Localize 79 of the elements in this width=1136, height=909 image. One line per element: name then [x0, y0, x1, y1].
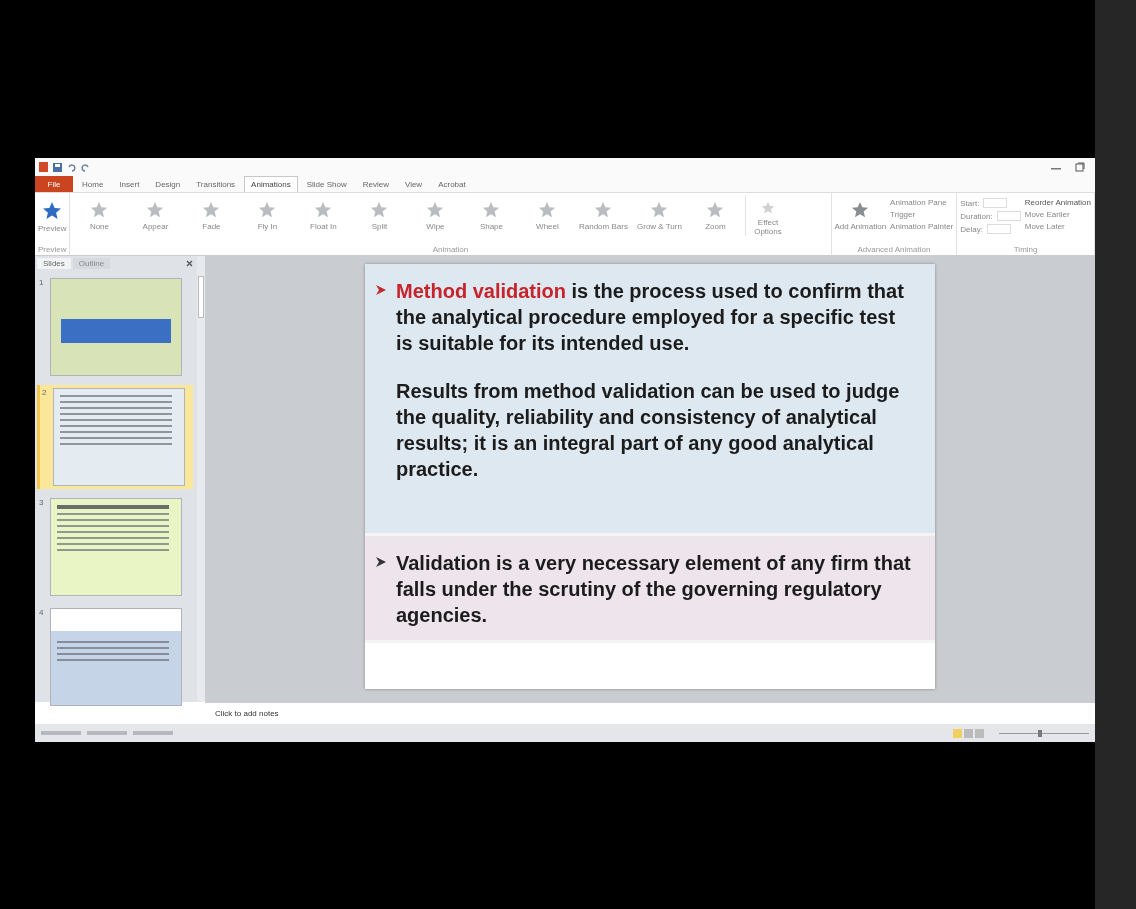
timing-field[interactable]	[986, 224, 1011, 234]
star-icon	[851, 201, 870, 219]
ribbon-command[interactable]: Move Later	[1024, 222, 1091, 231]
ribbon-tab[interactable]: Acrobat	[431, 176, 473, 192]
slide-thumbnail-row[interactable]: 2	[37, 385, 193, 489]
timing-label: Start:	[960, 198, 980, 208]
ribbon-command[interactable]: Trigger	[890, 210, 954, 219]
slide-thumbnail[interactable]	[53, 388, 185, 486]
bullet-text: Method validation is the process used to confirm that the analytical procedure employed for a specific test is suitable for its intended use.	[396, 279, 905, 356]
slide-thumbnail[interactable]	[50, 608, 182, 706]
star-icon	[90, 201, 109, 219]
animation-option[interactable]: Fade	[185, 195, 238, 231]
timing-field[interactable]	[996, 211, 1021, 221]
animation-option[interactable]: None	[73, 195, 126, 231]
animation-option[interactable]: Random Bars	[577, 195, 630, 231]
star-icon	[202, 201, 221, 219]
redo-icon[interactable]	[81, 162, 90, 172]
star-icon	[146, 201, 165, 219]
star-icon	[258, 201, 277, 219]
reorder-title: Reorder Animation	[1024, 198, 1091, 207]
ribbon-command[interactable]: Animation Pane	[890, 198, 954, 207]
ribbon-command[interactable]: Move Earlier	[1024, 210, 1091, 219]
timing-field[interactable]	[983, 198, 1008, 208]
star-icon	[370, 201, 389, 219]
effect-options-button[interactable]: Effect Options	[745, 195, 790, 236]
animation-option[interactable]: Zoom	[689, 195, 742, 231]
slide-number: 1	[39, 278, 45, 289]
slide-thumbnail-row[interactable]: 4	[37, 605, 193, 709]
animation-option[interactable]: Float In	[297, 195, 350, 231]
slide-thumbnail[interactable]	[50, 278, 182, 376]
panel-tab[interactable]: Slides	[37, 258, 71, 269]
ribbon-tab[interactable]: Review	[355, 176, 396, 192]
slide-number: 2	[42, 388, 48, 399]
star-icon	[594, 201, 613, 219]
animation-option[interactable]: Split	[353, 195, 406, 231]
app-icon	[39, 162, 48, 172]
animation-option[interactable]: Appear	[129, 195, 182, 231]
star-icon	[314, 201, 333, 219]
group-label: Animation	[431, 245, 470, 255]
ribbon-tab[interactable]: View	[397, 176, 430, 192]
slide-thumbnail[interactable]	[50, 498, 182, 596]
slide-number: 3	[39, 498, 45, 509]
save-icon[interactable]	[53, 162, 62, 172]
group-label: Advanced Animation	[856, 245, 932, 255]
animation-option[interactable]: Wheel	[521, 195, 574, 231]
ribbon-tab[interactable]: Home	[75, 176, 111, 192]
star-icon	[706, 201, 725, 219]
star-icon	[760, 201, 775, 215]
ribbon-tab[interactable]: Slide Show	[299, 176, 354, 192]
ribbon-tab[interactable]: Animations	[244, 176, 298, 192]
animation-option[interactable]: Shape	[465, 195, 518, 231]
panel-tab[interactable]: Outline	[72, 258, 111, 269]
ribbon-tab[interactable]: Transitions	[189, 176, 243, 192]
star-icon	[426, 201, 445, 219]
bullet-text: Results from method validation can be used to judge the quality, reliability and consistency of analytical results; it is an integral part of any good analytical practice.	[396, 379, 901, 482]
slide-thumbnail-row[interactable]: 3	[37, 495, 193, 599]
ribbon-command[interactable]: Animation Painter	[890, 222, 954, 231]
close-icon[interactable]	[186, 260, 193, 267]
timing-label: Delay:	[960, 224, 983, 234]
animation-option[interactable]: Fly In	[241, 195, 294, 231]
file-tab[interactable]: File	[35, 176, 73, 192]
group-label: Timing	[1012, 245, 1039, 255]
star-icon	[650, 201, 669, 219]
animation-option[interactable]: Wipe	[409, 195, 462, 231]
ribbon-tab[interactable]: Design	[148, 176, 188, 192]
undo-icon[interactable]	[67, 162, 76, 172]
preview-button[interactable]: Preview	[38, 195, 67, 233]
star-icon	[482, 201, 501, 219]
star-icon	[42, 201, 63, 221]
slide-number: 4	[39, 608, 45, 619]
slide-thumbnail-row[interactable]: 1	[37, 275, 193, 379]
ribbon-tab[interactable]: Insert	[112, 176, 147, 192]
star-icon	[538, 201, 557, 219]
timing-label: Duration:	[960, 211, 993, 221]
add-animation-button[interactable]: Add Animation	[834, 195, 887, 231]
animation-option[interactable]: Grow & Turn	[633, 195, 686, 231]
restore-icon[interactable]	[1075, 162, 1085, 172]
group-label: Preview	[38, 245, 67, 255]
bullet-text: Validation is a very necessary element of any firm that falls under the scrutiny of the governing regulatory agencies.	[396, 551, 912, 628]
